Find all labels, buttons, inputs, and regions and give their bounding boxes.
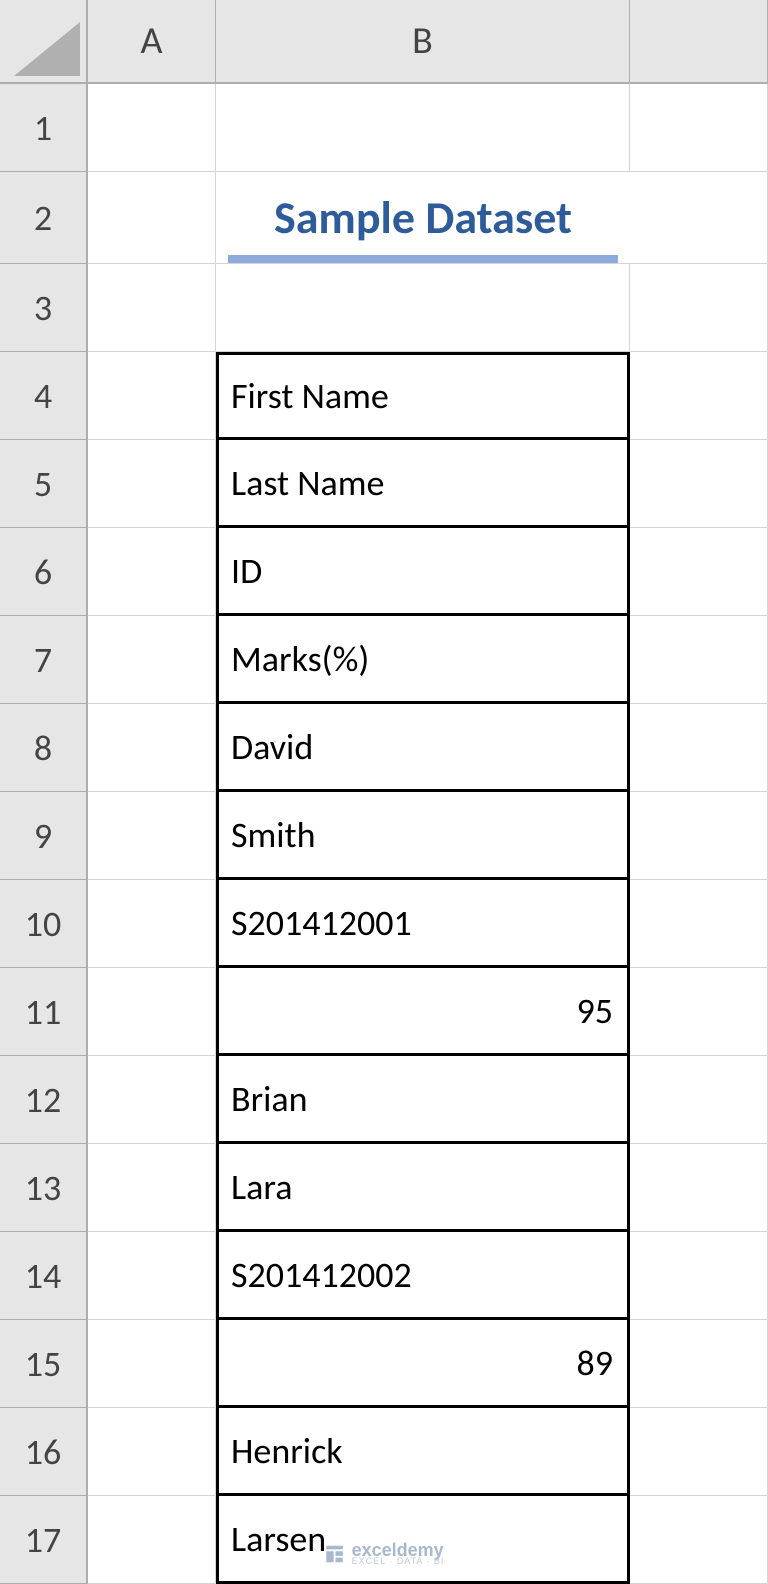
- cell-b10[interactable]: S201412001: [216, 880, 630, 968]
- row-header-6[interactable]: 6: [0, 528, 88, 616]
- cell-c12[interactable]: [630, 1056, 768, 1144]
- cell-b14[interactable]: S201412002: [216, 1232, 630, 1320]
- cell-c15[interactable]: [630, 1320, 768, 1408]
- column-header-a[interactable]: A: [88, 0, 216, 84]
- cell-b7[interactable]: Marks(%): [216, 616, 630, 704]
- row-header-4[interactable]: 4: [0, 352, 88, 440]
- cell-a14[interactable]: [88, 1232, 216, 1320]
- cell-a9[interactable]: [88, 792, 216, 880]
- column-header-b[interactable]: B: [216, 0, 630, 84]
- row-header-7[interactable]: 7: [0, 616, 88, 704]
- title-text: Sample Dataset: [274, 190, 572, 246]
- row-header-9[interactable]: 9: [0, 792, 88, 880]
- cell-c8[interactable]: [630, 704, 768, 792]
- cell-c4[interactable]: [630, 352, 768, 440]
- row-header-14[interactable]: 14: [0, 1232, 88, 1320]
- cell-a5[interactable]: [88, 440, 216, 528]
- row-header-10[interactable]: 10: [0, 880, 88, 968]
- cell-a17[interactable]: [88, 1496, 216, 1584]
- row-header-5[interactable]: 5: [0, 440, 88, 528]
- row-header-11[interactable]: 11: [0, 968, 88, 1056]
- cell-a2[interactable]: [88, 172, 216, 264]
- cell-a4[interactable]: [88, 352, 216, 440]
- cell-b13[interactable]: Lara: [216, 1144, 630, 1232]
- cell-a3[interactable]: [88, 264, 216, 352]
- select-all-corner[interactable]: [0, 0, 88, 84]
- cell-c2[interactable]: [630, 172, 768, 264]
- cell-b3[interactable]: [216, 264, 630, 352]
- row-header-12[interactable]: 12: [0, 1056, 88, 1144]
- cell-a1[interactable]: [88, 84, 216, 172]
- cell-b12[interactable]: Brian: [216, 1056, 630, 1144]
- cell-a13[interactable]: [88, 1144, 216, 1232]
- cell-b1[interactable]: [216, 84, 630, 172]
- column-header-next[interactable]: [630, 0, 768, 84]
- cell-b5[interactable]: Last Name: [216, 440, 630, 528]
- cell-a11[interactable]: [88, 968, 216, 1056]
- cell-c6[interactable]: [630, 528, 768, 616]
- cell-c10[interactable]: [630, 880, 768, 968]
- title-underline: [228, 255, 618, 263]
- cell-b11[interactable]: 95: [216, 968, 630, 1056]
- watermark: exceldemy EXCEL · DATA · BI: [324, 1541, 445, 1566]
- cell-c9[interactable]: [630, 792, 768, 880]
- cell-b4[interactable]: First Name: [216, 352, 630, 440]
- cell-a15[interactable]: [88, 1320, 216, 1408]
- cell-a12[interactable]: [88, 1056, 216, 1144]
- cell-c11[interactable]: [630, 968, 768, 1056]
- row-header-1[interactable]: 1: [0, 84, 88, 172]
- cell-c5[interactable]: [630, 440, 768, 528]
- watermark-tagline: EXCEL · DATA · BI: [352, 1557, 445, 1566]
- row-header-3[interactable]: 3: [0, 264, 88, 352]
- row-header-13[interactable]: 13: [0, 1144, 88, 1232]
- cell-c7[interactable]: [630, 616, 768, 704]
- cell-a6[interactable]: [88, 528, 216, 616]
- cell-a7[interactable]: [88, 616, 216, 704]
- cell-c3[interactable]: [630, 264, 768, 352]
- cell-a10[interactable]: [88, 880, 216, 968]
- title-cell[interactable]: Sample Dataset: [216, 172, 630, 264]
- row-header-15[interactable]: 15: [0, 1320, 88, 1408]
- row-header-2[interactable]: 2: [0, 172, 88, 264]
- cell-c13[interactable]: [630, 1144, 768, 1232]
- row-header-8[interactable]: 8: [0, 704, 88, 792]
- cell-b15[interactable]: 89: [216, 1320, 630, 1408]
- cell-c17[interactable]: [630, 1496, 768, 1584]
- cell-a16[interactable]: [88, 1408, 216, 1496]
- spreadsheet-grid: A B 1 2 Sample Dataset 3 4 First Name 5 …: [0, 0, 768, 1584]
- cell-c1[interactable]: [630, 84, 768, 172]
- watermark-logo-icon: [324, 1543, 346, 1565]
- cell-c16[interactable]: [630, 1408, 768, 1496]
- row-header-17[interactable]: 17: [0, 1496, 88, 1584]
- cell-a8[interactable]: [88, 704, 216, 792]
- cell-b8[interactable]: David: [216, 704, 630, 792]
- cell-b6[interactable]: ID: [216, 528, 630, 616]
- cell-c14[interactable]: [630, 1232, 768, 1320]
- row-header-16[interactable]: 16: [0, 1408, 88, 1496]
- cell-b9[interactable]: Smith: [216, 792, 630, 880]
- cell-b16[interactable]: Henrick: [216, 1408, 630, 1496]
